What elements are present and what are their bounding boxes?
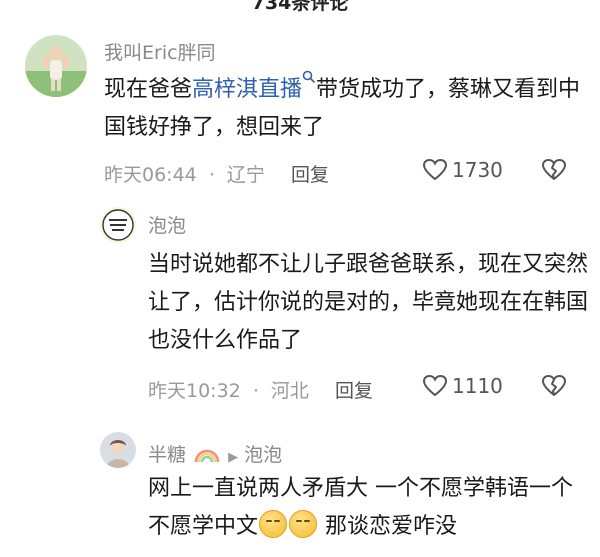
- reply-arrow: ▶: [228, 450, 239, 465]
- comment-username[interactable]: 我叫Eric胖同: [104, 38, 216, 65]
- comment-count-title: 734条评论: [251, 0, 349, 14]
- heart-outline-icon: [422, 158, 448, 181]
- heart-outline-icon: [422, 374, 448, 397]
- reply-author[interactable]: 半糖: [148, 444, 186, 466]
- like-count: 1730: [452, 158, 503, 182]
- like-button[interactable]: 1110: [422, 374, 503, 398]
- reply-button[interactable]: 回复: [335, 380, 373, 402]
- dislike-button[interactable]: [541, 158, 567, 186]
- grimacing-face-emoji: [289, 510, 318, 538]
- rainbow-icon: [194, 449, 220, 463]
- comment-username[interactable]: 泡泡: [148, 211, 186, 238]
- comment-time: 昨天10:32: [148, 380, 241, 402]
- live-stream-link[interactable]: 高梓淇直播: [192, 77, 302, 102]
- meta-separator: ·: [252, 380, 259, 402]
- search-icon[interactable]: [302, 70, 316, 84]
- avatar[interactable]: [100, 207, 136, 243]
- comment-text: 现在爸爸高梓淇直播 带货成功了，蔡琳又看到中国钱好挣了，想回来了: [104, 70, 584, 147]
- like-button[interactable]: 1730: [422, 158, 503, 182]
- like-count: 1110: [452, 374, 503, 398]
- avatar[interactable]: [25, 35, 87, 97]
- comment-username: 半糖 ▶ 泡泡: [148, 440, 282, 467]
- comment-location: 辽宁: [226, 164, 265, 186]
- broken-heart-icon: [542, 375, 566, 396]
- avatar[interactable]: [100, 432, 136, 468]
- comment-time: 昨天06:44: [104, 164, 197, 186]
- comment-location: 河北: [270, 380, 309, 402]
- comment-meta: 昨天06:44 · 辽宁 回复: [104, 160, 335, 187]
- comment-text: 网上一直说两人矛盾大 一个不愿学韩语一个不愿学中文 那谈恋爱咋没: [148, 476, 573, 539]
- broken-heart-icon: [542, 159, 566, 180]
- comment-meta: 昨天10:32 · 河北 回复: [148, 376, 379, 403]
- grimacing-face-emoji: [259, 510, 288, 538]
- dislike-button[interactable]: [541, 374, 567, 402]
- comment-text: 当时说她都不让儿子跟爸爸联系，现在又突然让了，估计你说的是对的，毕竟她现在在韩国…: [148, 252, 589, 353]
- reply-button[interactable]: 回复: [291, 164, 329, 186]
- reply-target[interactable]: 泡泡: [244, 444, 282, 466]
- meta-separator: ·: [208, 164, 215, 186]
